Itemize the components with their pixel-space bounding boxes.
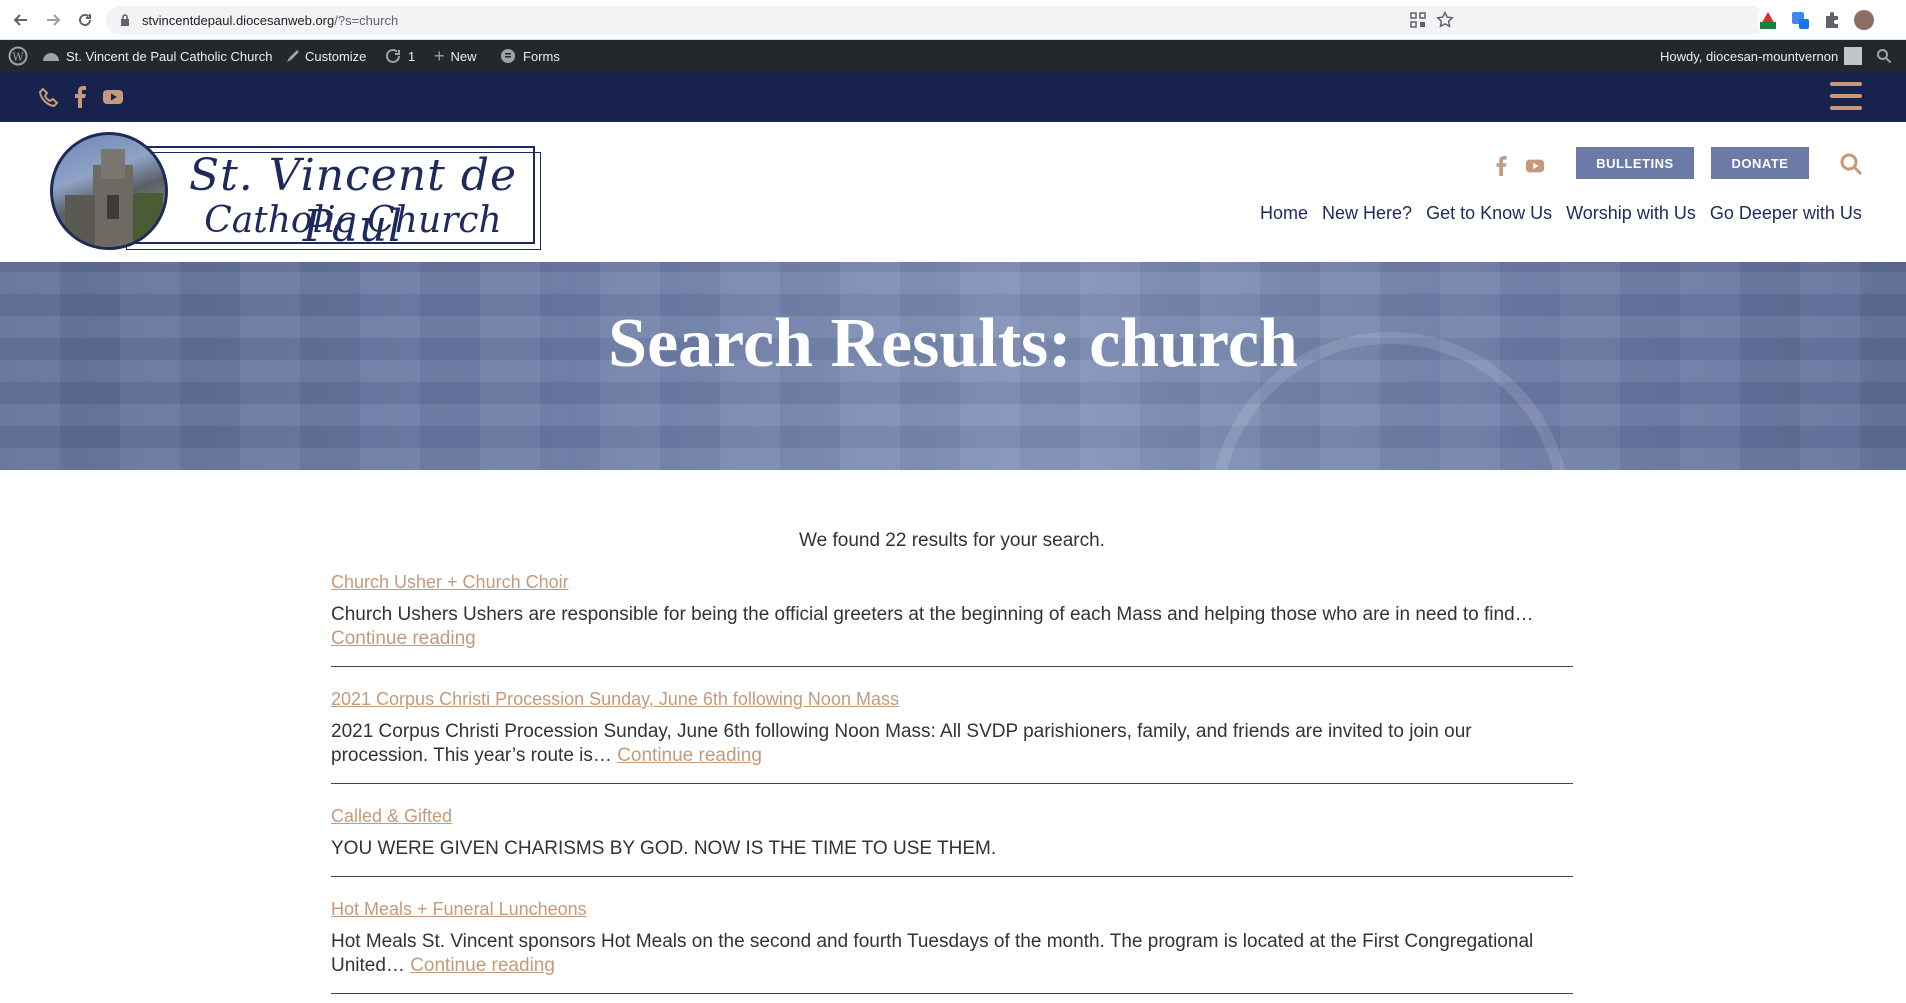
wp-search-icon[interactable]	[1876, 40, 1892, 72]
user-avatar-icon	[1844, 47, 1863, 65]
result-title[interactable]: Hot Meals + Funeral Luncheons	[331, 899, 587, 920]
main-navigation: Home New Here? Get to Know Us Worship wi…	[1246, 203, 1862, 225]
site-logo[interactable]: St. Vincent de Paul Catholic Church	[50, 132, 545, 252]
result-excerpt: Church Ushers Ushers are responsible for…	[331, 603, 1573, 651]
nav-home[interactable]: Home	[1260, 203, 1308, 225]
qr-icon[interactable]	[1410, 12, 1426, 28]
forms-icon	[499, 47, 517, 65]
continue-reading-link[interactable]: Continue reading	[331, 628, 476, 649]
forms-label: Forms	[523, 48, 560, 64]
header-youtube-icon[interactable]	[1524, 156, 1545, 176]
nav-go-deeper-with-us[interactable]: Go Deeper with Us	[1710, 203, 1862, 225]
lock-icon	[120, 13, 130, 27]
header-facebook-icon[interactable]	[1492, 156, 1512, 176]
result-title[interactable]: 2021 Corpus Christi Procession Sunday, J…	[331, 689, 899, 710]
wp-customize[interactable]: Customize	[283, 40, 366, 72]
results-summary: We found 22 results for your search.	[799, 530, 1105, 551]
top-contact-strip	[0, 72, 1906, 122]
result-excerpt: 2021 Corpus Christi Procession Sunday, J…	[331, 720, 1573, 768]
site-name-label: St. Vincent de Paul Catholic Church	[66, 48, 273, 64]
dashboard-icon	[42, 48, 60, 64]
customize-label: Customize	[305, 48, 367, 64]
new-label: New	[450, 48, 477, 64]
result-excerpt-text: 2021 Corpus Christi Procession Sunday, J…	[331, 721, 1472, 766]
svg-text:W: W	[12, 51, 24, 64]
back-icon[interactable]	[10, 9, 32, 31]
bulletins-button[interactable]: BULLETINS	[1576, 147, 1694, 179]
result-title[interactable]: Called & Gifted	[331, 806, 452, 827]
updates-icon	[384, 47, 402, 65]
reload-icon[interactable]	[74, 9, 96, 31]
result-excerpt-text: YOU WERE GIVEN CHARISMS BY GOD. NOW IS T…	[331, 838, 997, 859]
url-text: stvincentdepaul.diocesanweb.org/?s=churc…	[142, 13, 398, 28]
profile-avatar[interactable]	[1854, 10, 1874, 30]
header-search-icon[interactable]	[1839, 152, 1863, 176]
address-bar[interactable]: stvincentdepaul.diocesanweb.org/?s=churc…	[106, 6, 1766, 35]
forward-icon[interactable]	[42, 9, 64, 31]
search-results: We found 22 results for your search. Chu…	[331, 530, 1573, 1003]
youtube-icon[interactable]	[102, 86, 124, 108]
hamburger-menu-icon[interactable]	[1830, 82, 1862, 114]
howdy-label: Howdy, diocesan-mountvernon	[1660, 48, 1839, 64]
wp-howdy[interactable]: Howdy, diocesan-mountvernon	[1660, 40, 1863, 72]
result-item: Hot Meals + Funeral Luncheons Hot Meals …	[331, 899, 1573, 994]
result-excerpt-text: Church Ushers Ushers are responsible for…	[331, 604, 1534, 625]
browser-toolbar: stvincentdepaul.diocesanweb.org/?s=churc…	[0, 0, 1906, 40]
wp-admin-bar: W St. Vincent de Paul Catholic Church Cu…	[0, 40, 1906, 72]
facebook-icon[interactable]	[70, 86, 92, 108]
wp-updates[interactable]: 1	[384, 40, 415, 72]
plus-icon: +	[434, 45, 445, 66]
donate-button[interactable]: DONATE	[1711, 147, 1809, 179]
nav-worship-with-us[interactable]: Worship with Us	[1566, 203, 1696, 225]
wordpress-logo-icon[interactable]: W	[8, 40, 28, 72]
url-domain: stvincentdepaul.diocesanweb.org	[142, 13, 335, 28]
result-excerpt: YOU WERE GIVEN CHARISMS BY GOD. NOW IS T…	[331, 837, 1573, 861]
result-item: 2021 Corpus Christi Procession Sunday, J…	[331, 689, 1573, 784]
puzzle-extension-icon[interactable]	[1822, 10, 1842, 30]
brush-icon	[283, 48, 299, 64]
updates-count: 1	[408, 48, 416, 64]
result-item: Called & Gifted YOU WERE GIVEN CHARISMS …	[331, 806, 1573, 877]
site-header: St. Vincent de Paul Catholic Church BULL…	[0, 122, 1906, 262]
alert-extension-icon[interactable]	[1758, 10, 1778, 30]
wp-forms[interactable]: Forms	[499, 40, 560, 72]
nav-get-to-know-us[interactable]: Get to Know Us	[1426, 203, 1552, 225]
continue-reading-link[interactable]: Continue reading	[410, 955, 555, 976]
nav-new-here[interactable]: New Here?	[1322, 203, 1412, 225]
result-excerpt: Hot Meals St. Vincent sponsors Hot Meals…	[331, 930, 1573, 978]
url-path: /?s=church	[334, 13, 399, 28]
continue-reading-link[interactable]: Continue reading	[617, 745, 762, 766]
wp-site-name[interactable]: St. Vincent de Paul Catholic Church	[42, 40, 272, 72]
star-icon[interactable]	[1436, 11, 1454, 29]
translate-extension-icon[interactable]	[1790, 10, 1810, 30]
hero-banner: Search Results: church	[0, 262, 1906, 470]
result-title[interactable]: Church Usher + Church Choir	[331, 572, 569, 593]
logo-line2: Catholic Church	[204, 200, 502, 241]
result-item: Church Usher + Church Choir Church Usher…	[331, 572, 1573, 667]
church-photo-emblem	[50, 132, 168, 250]
page-title: Search Results: church	[608, 305, 1298, 382]
wp-new[interactable]: + New	[434, 40, 477, 72]
phone-icon[interactable]	[38, 86, 60, 108]
